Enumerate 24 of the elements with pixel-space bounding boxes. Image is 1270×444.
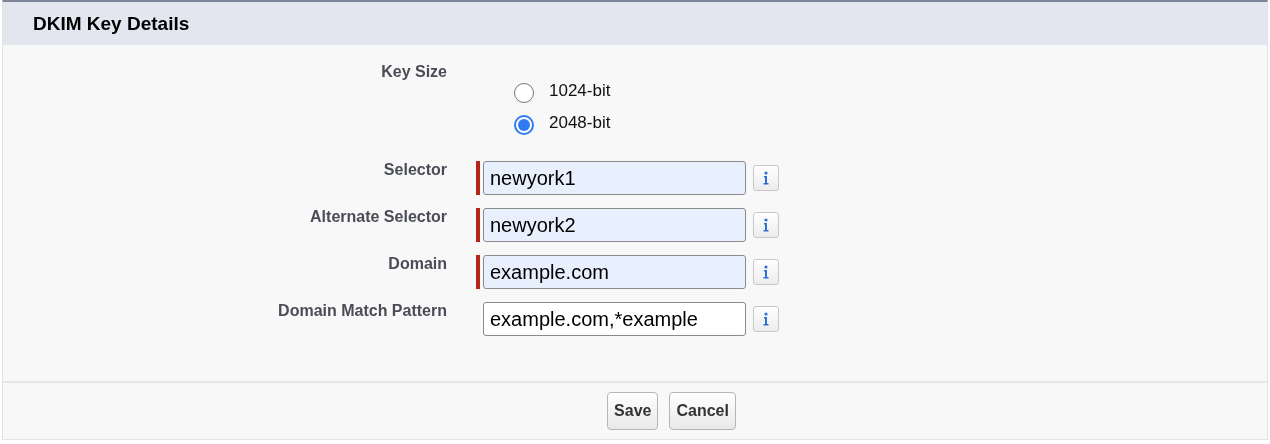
info-button[interactable] [753, 306, 779, 332]
info-button[interactable] [753, 212, 779, 238]
radio-option[interactable]: 1024-bit [514, 79, 1267, 103]
text-field[interactable]: example.com [483, 255, 746, 289]
field-label: Selector [383, 161, 447, 179]
text-field[interactable]: newyork2 [483, 208, 746, 242]
info-icon [763, 218, 769, 232]
field-label: Domain [388, 255, 447, 273]
info-button[interactable] [753, 165, 779, 191]
radio-option[interactable]: 2048-bit [514, 111, 1267, 135]
field-label: Alternate Selector [310, 208, 447, 226]
radio-button[interactable] [514, 83, 534, 103]
text-field[interactable]: newyork1 [483, 161, 746, 195]
section-title: DKIM Key Details [33, 12, 190, 35]
info-icon [763, 312, 769, 326]
action-button[interactable]: Cancel [669, 392, 736, 430]
info-icon [763, 265, 769, 279]
field-label: Domain Match Pattern [278, 302, 447, 320]
action-button[interactable]: Save [607, 392, 659, 430]
text-field[interactable]: example.com,*example [483, 302, 746, 336]
info-button[interactable] [753, 259, 779, 285]
info-icon [763, 171, 769, 185]
radio-button[interactable] [514, 115, 534, 135]
field-label: Key Size [381, 63, 447, 81]
